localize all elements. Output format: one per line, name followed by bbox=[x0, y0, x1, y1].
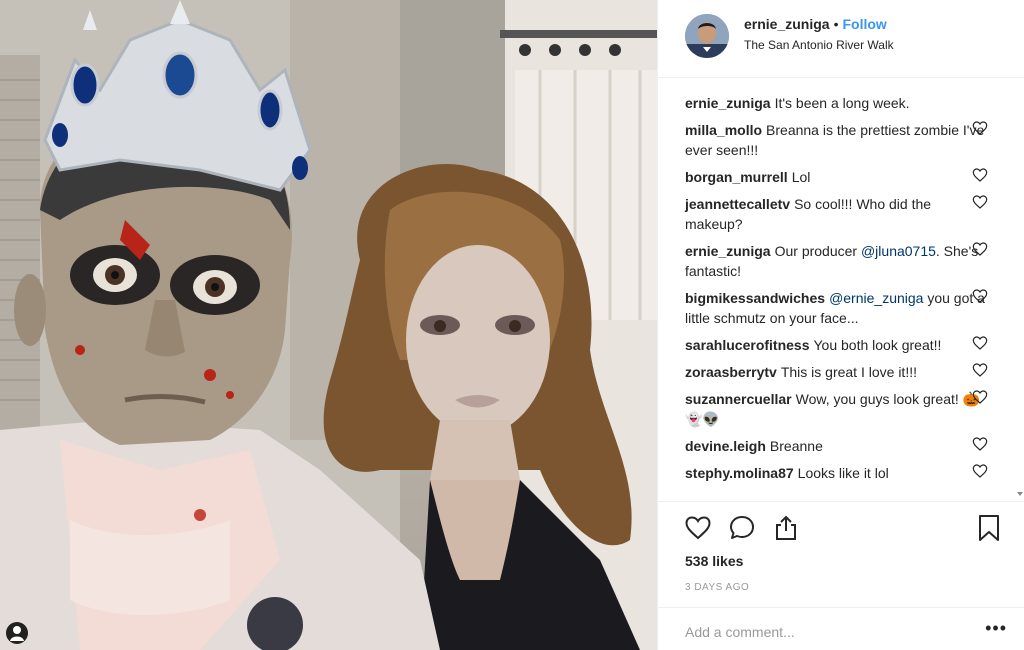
post-author-username[interactable]: ernie_zuniga bbox=[744, 16, 830, 32]
post-actions: 538 likes 3 DAYS AGO Add a comment... ••… bbox=[658, 501, 1024, 647]
share-icon[interactable] bbox=[772, 514, 800, 542]
comment-author[interactable]: milla_mollo bbox=[685, 122, 762, 138]
list-item: bigmikessandwiches @ernie_zuniga you got … bbox=[685, 288, 988, 328]
comment-author[interactable]: stephy.molina87 bbox=[685, 465, 794, 481]
list-item: suzannercuellar Wow, you guys look great!… bbox=[685, 389, 988, 429]
comment-text: Lol bbox=[791, 169, 811, 185]
list-item: jeannettecalletv So cool!!! Who did the m… bbox=[685, 194, 988, 234]
list-item: devine.leigh Breanne bbox=[685, 436, 988, 456]
comment-bubble-icon[interactable] bbox=[728, 514, 756, 542]
comment-author[interactable]: bigmikessandwiches bbox=[685, 290, 825, 306]
heart-icon[interactable] bbox=[972, 389, 988, 405]
list-item: sarahlucerofitness You both look great!! bbox=[685, 335, 988, 355]
list-item: zoraasberrytv This is great I love it!!! bbox=[685, 362, 988, 382]
comment-author[interactable]: borgan_murrell bbox=[685, 169, 788, 185]
comments-scrollbar[interactable] bbox=[1016, 79, 1024, 501]
post-timestamp[interactable]: 3 DAYS AGO bbox=[685, 582, 749, 593]
comment-author[interactable]: zoraasberrytv bbox=[685, 364, 777, 380]
heart-icon[interactable] bbox=[972, 288, 988, 304]
comment-text: This is great I love it!!! bbox=[780, 364, 917, 380]
comment-text: Our producer bbox=[774, 243, 858, 259]
person-tag-icon[interactable] bbox=[6, 622, 28, 644]
comment-input[interactable]: Add a comment... bbox=[658, 607, 1024, 648]
comments-list[interactable]: ernie_zuniga It's been a long week. milla… bbox=[658, 79, 1024, 501]
heart-icon[interactable] bbox=[972, 241, 988, 257]
avatar[interactable] bbox=[685, 14, 729, 58]
heart-icon[interactable] bbox=[684, 514, 712, 542]
comment-text: Looks like it lol bbox=[797, 465, 889, 481]
comment-mention[interactable]: @jluna0715 bbox=[861, 243, 936, 259]
comment-caption: ernie_zuniga It's been a long week. bbox=[685, 93, 985, 113]
heart-icon[interactable] bbox=[972, 194, 988, 210]
post-side-panel: ernie_zuniga • Follow The San Antonio Ri… bbox=[657, 0, 1024, 650]
heart-icon[interactable] bbox=[972, 362, 988, 378]
separator-dot: • bbox=[833, 16, 839, 32]
more-options-icon[interactable]: ••• bbox=[985, 619, 1007, 637]
follow-button[interactable]: Follow bbox=[843, 16, 887, 32]
comment-author[interactable]: ernie_zuniga bbox=[685, 243, 771, 259]
comment-author[interactable]: sarahlucerofitness bbox=[685, 337, 810, 353]
post-photo[interactable] bbox=[0, 0, 657, 650]
comment-author[interactable]: jeannettecalletv bbox=[685, 196, 790, 212]
post-header: ernie_zuniga • Follow The San Antonio Ri… bbox=[658, 0, 1024, 78]
list-item: borgan_murrell Lol bbox=[685, 167, 988, 187]
location-link[interactable]: The San Antonio River Walk bbox=[744, 38, 894, 52]
heart-icon[interactable] bbox=[972, 167, 988, 183]
comment-author[interactable]: suzannercuellar bbox=[685, 391, 792, 407]
heart-icon[interactable] bbox=[972, 463, 988, 479]
comment-mention[interactable]: @ernie_zuniga bbox=[829, 290, 923, 306]
bookmark-icon[interactable] bbox=[977, 514, 1001, 542]
comment-text: It's been a long week. bbox=[774, 95, 910, 111]
heart-icon[interactable] bbox=[972, 436, 988, 452]
comment-text: Breanne bbox=[769, 438, 823, 454]
scroll-down-arrow-icon[interactable] bbox=[1017, 491, 1023, 497]
comment-text: You both look great!! bbox=[813, 337, 942, 353]
photo-illustration bbox=[0, 0, 657, 650]
list-item: stephy.molina87 Looks like it lol bbox=[685, 463, 988, 483]
heart-icon[interactable] bbox=[972, 335, 988, 351]
list-item: milla_mollo Breanna is the prettiest zomb… bbox=[685, 120, 988, 160]
likes-count[interactable]: 538 likes bbox=[685, 553, 743, 569]
comment-author[interactable]: ernie_zuniga bbox=[685, 95, 771, 111]
list-item: ernie_zuniga Our producer @jluna0715. She… bbox=[685, 241, 988, 281]
comment-author[interactable]: devine.leigh bbox=[685, 438, 766, 454]
heart-icon[interactable] bbox=[972, 120, 988, 136]
